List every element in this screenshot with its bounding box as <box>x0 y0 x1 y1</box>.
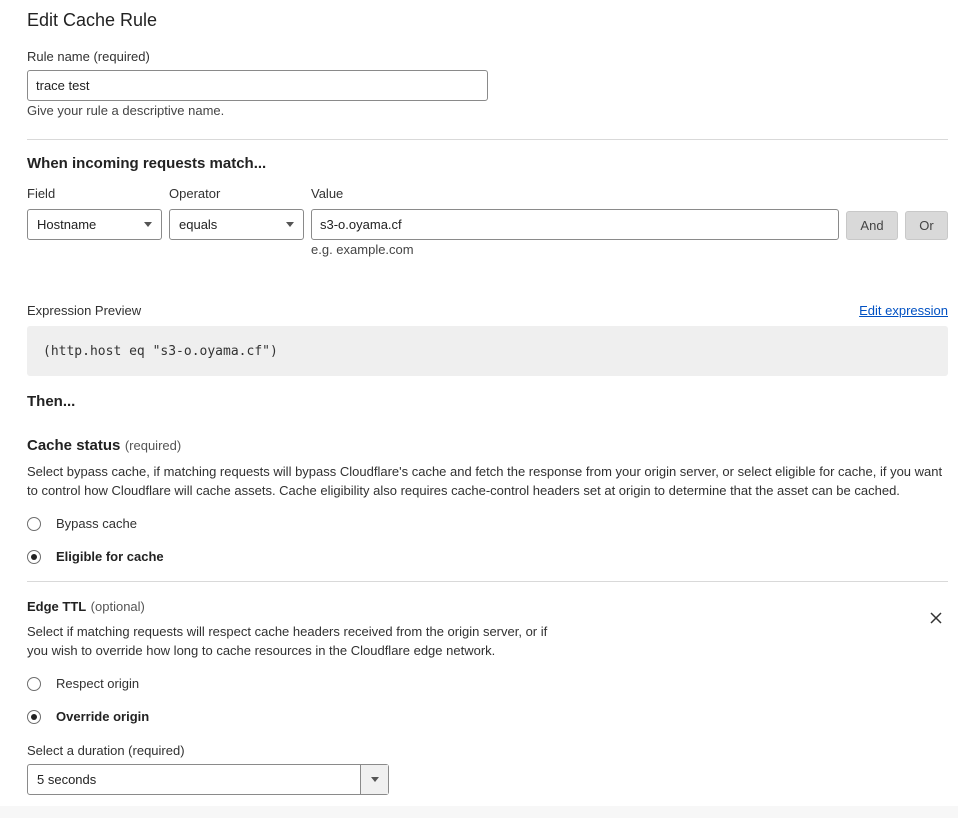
cache-status-qualifier: (required) <box>124 438 182 453</box>
radio-bypass-cache[interactable]: Bypass cache <box>27 516 227 532</box>
expression-preview-code: (http.host eq "s3-o.oyama.cf") <box>27 326 948 376</box>
chevron-down-icon <box>144 222 152 227</box>
chevron-down-icon <box>370 777 379 782</box>
radio-override-origin[interactable]: Override origin <box>27 709 227 725</box>
or-button[interactable]: Or <box>905 211 948 240</box>
then-heading: Then... <box>27 393 76 410</box>
cache-status-title: Cache status (required) <box>27 437 181 455</box>
edge-ttl-title: Edge TTL (optional) <box>27 598 145 616</box>
radio-bypass-cache-circle[interactable] <box>27 517 41 531</box>
value-input-text: s3-o.oyama.cf <box>320 217 402 232</box>
rule-name-input[interactable]: trace test <box>27 70 488 101</box>
duration-select[interactable]: 5 seconds <box>27 764 389 795</box>
operator-label: Operator <box>169 186 221 201</box>
rule-name-label: Rule name (required) <box>27 49 150 64</box>
edit-expression-link[interactable]: Edit expression <box>859 303 948 318</box>
page-title: Edit Cache Rule <box>27 10 158 30</box>
footer-strip <box>0 806 958 818</box>
rule-name-help: Give your rule a descriptive name. <box>27 103 225 118</box>
radio-override-origin-circle[interactable] <box>27 710 41 724</box>
field-select[interactable]: Hostname <box>27 209 162 240</box>
radio-eligible-for-cache-label: Eligible for cache <box>56 549 164 564</box>
field-select-value: Hostname <box>37 217 97 232</box>
value-input[interactable]: s3-o.oyama.cf <box>311 209 839 240</box>
radio-respect-origin-circle[interactable] <box>27 677 41 691</box>
edge-ttl-title-text: Edge TTL <box>27 599 87 614</box>
expression-preview-label: Expression Preview <box>27 303 142 318</box>
chevron-down-icon <box>286 222 294 227</box>
radio-bypass-cache-label: Bypass cache <box>56 516 137 531</box>
operator-select[interactable]: equals <box>169 209 304 240</box>
radio-eligible-for-cache[interactable]: Eligible for cache <box>27 549 227 565</box>
duration-label: Select a duration (required) <box>27 743 185 758</box>
duration-dropdown-toggle[interactable] <box>360 765 388 794</box>
operator-select-value: equals <box>179 217 218 232</box>
field-label: Field <box>27 186 56 201</box>
duration-select-value: 5 seconds <box>37 772 97 787</box>
rule-name-value: trace test <box>36 78 90 93</box>
radio-respect-origin[interactable]: Respect origin <box>27 676 227 692</box>
radio-override-origin-label: Override origin <box>56 709 150 724</box>
close-icon[interactable] <box>929 611 943 630</box>
value-hint: e.g. example.com <box>311 242 414 257</box>
section-divider <box>27 581 948 582</box>
section-divider <box>27 139 948 140</box>
and-button[interactable]: And <box>846 211 898 240</box>
cache-status-description: Select bypass cache, if matching request… <box>27 464 943 498</box>
edge-ttl-description: Select if matching requests will respect… <box>27 624 548 658</box>
match-heading: When incoming requests match... <box>27 155 267 172</box>
cache-status-title-text: Cache status <box>27 437 121 454</box>
value-label: Value <box>311 186 344 201</box>
radio-respect-origin-label: Respect origin <box>56 676 140 691</box>
expression-code-text: (http.host eq "s3-o.oyama.cf") <box>43 343 278 359</box>
edge-ttl-qualifier: (optional) <box>90 599 145 614</box>
radio-eligible-for-cache-circle[interactable] <box>27 550 41 564</box>
